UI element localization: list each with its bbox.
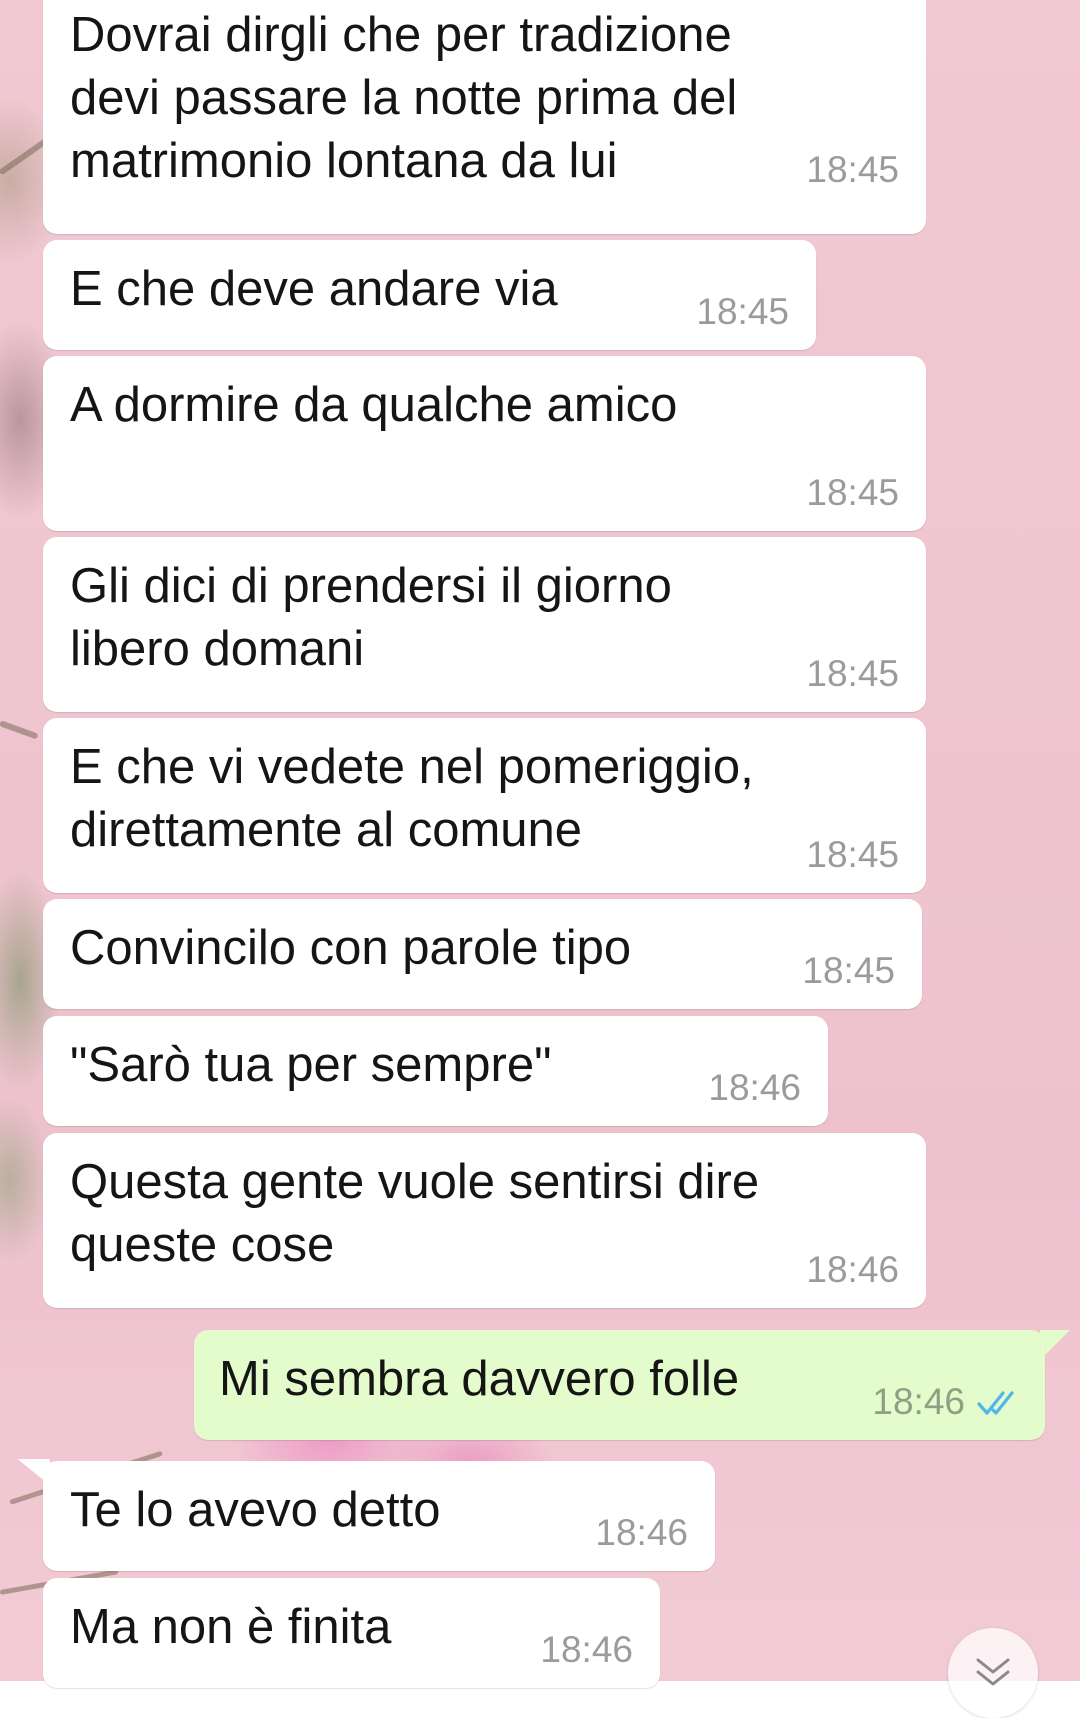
- incoming-message[interactable]: Gli dici di prendersi il giorno libero d…: [43, 537, 926, 712]
- chevron-double-down-icon: [976, 1658, 1010, 1686]
- message-text: Convincilo con parole tipo: [70, 921, 632, 975]
- message-time: 18:46: [872, 1381, 965, 1422]
- message-text: E che deve andare via: [70, 262, 558, 316]
- incoming-message[interactable]: Questa gente vuole sentirsi dire queste …: [43, 1133, 926, 1308]
- message-time: 18:45: [696, 291, 789, 332]
- message-time: 18:45: [806, 834, 899, 875]
- message-time: 18:46: [540, 1629, 633, 1670]
- scroll-to-bottom-button[interactable]: [948, 1628, 1038, 1718]
- message-time: 18:45: [806, 472, 899, 513]
- incoming-message[interactable]: "Sarò tua per sempre" 18:46: [43, 1016, 828, 1126]
- double-check-icon: [977, 1391, 1014, 1415]
- message-text: Te lo avevo detto: [70, 1483, 441, 1537]
- message-text: Mi sembra davvero folle: [219, 1352, 740, 1406]
- incoming-message[interactable]: E che vi vedete nel pomeriggio, direttam…: [43, 718, 926, 893]
- message-time: 18:46: [708, 1067, 801, 1108]
- message-text: Dovrai dirgli che per tradizione devi pa…: [70, 8, 738, 188]
- message-text: Ma non è finita: [70, 1600, 392, 1654]
- message-time: 18:45: [802, 950, 895, 991]
- incoming-message[interactable]: Dovrai dirgli che per tradizione devi pa…: [43, 0, 926, 234]
- message-text: "Sarò tua per sempre": [70, 1038, 552, 1092]
- message-text: A dormire da qualche amico: [70, 378, 678, 432]
- incoming-message[interactable]: Ma non è finita 18:46: [43, 1578, 660, 1688]
- wallpaper-decoration: [0, 720, 39, 740]
- incoming-message[interactable]: Te lo avevo detto 18:46: [43, 1461, 715, 1571]
- message-time: 18:46: [806, 1249, 899, 1290]
- message-text: Gli dici di prendersi il giorno libero d…: [70, 559, 672, 676]
- incoming-message[interactable]: E che deve andare via 18:45: [43, 240, 816, 350]
- message-text: Questa gente vuole sentirsi dire queste …: [70, 1155, 760, 1272]
- incoming-message[interactable]: A dormire da qualche amico 18:45: [43, 356, 926, 531]
- message-time: 18:45: [806, 653, 899, 694]
- message-time: 18:45: [806, 149, 899, 190]
- incoming-message[interactable]: Convincilo con parole tipo 18:45: [43, 899, 922, 1009]
- outgoing-message[interactable]: Mi sembra davvero folle 18:46: [194, 1330, 1045, 1440]
- message-time: 18:46: [595, 1512, 688, 1553]
- message-text: E che vi vedete nel pomeriggio, direttam…: [70, 740, 754, 857]
